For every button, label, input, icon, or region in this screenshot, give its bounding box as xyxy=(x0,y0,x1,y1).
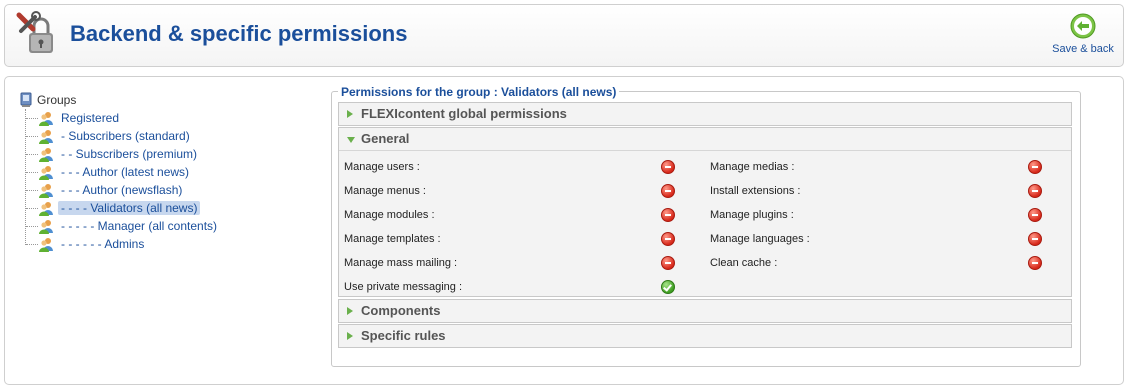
permission-label: Manage templates : xyxy=(344,233,441,245)
panel-header-components[interactable]: Components xyxy=(339,300,1071,322)
permission-row: Use private messaging : xyxy=(344,275,677,299)
permission-row: Manage mass mailing : xyxy=(344,251,677,275)
user-group-icon xyxy=(39,238,53,252)
user-group-icon xyxy=(39,202,53,216)
group-item[interactable]: - - - - - - Admins xyxy=(26,235,229,253)
group-label: - Subscribers (standard) xyxy=(61,129,190,143)
allowed-check-icon[interactable] xyxy=(661,280,675,294)
permission-label: Manage mass mailing : xyxy=(344,257,458,269)
panel-title: Specific rules xyxy=(361,328,446,343)
permission-row: Manage menus : xyxy=(344,179,677,203)
group-item[interactable]: - - - Author (newsflash) xyxy=(26,181,229,199)
user-group-icon xyxy=(39,148,53,162)
permission-label: Clean cache : xyxy=(710,257,778,269)
permission-row: Install extensions : xyxy=(710,179,1044,203)
panel-flexicontent-global: FLEXIcontent global permissions xyxy=(338,102,1072,126)
user-group-icon xyxy=(39,166,53,180)
expand-arrow-icon xyxy=(347,307,353,315)
permission-row: Manage modules : xyxy=(344,203,677,227)
user-group-icon xyxy=(39,130,53,144)
save-back-label: Save & back xyxy=(1052,43,1114,55)
permissions-legend: Permissions for the group : Validators (… xyxy=(338,85,620,99)
permission-row: Manage medias : xyxy=(710,155,1044,179)
permission-label: Install extensions : xyxy=(710,185,801,197)
denied-icon[interactable] xyxy=(661,184,675,198)
permission-label: Manage languages : xyxy=(710,233,810,245)
permission-label: Manage modules : xyxy=(344,209,435,221)
denied-icon[interactable] xyxy=(1028,160,1042,174)
panel-header-general[interactable]: General xyxy=(339,128,1071,150)
group-label: - - - - Validators (all news) xyxy=(58,201,201,215)
panel-title: General xyxy=(361,131,410,146)
user-group-icon xyxy=(39,184,53,198)
permission-label: Manage menus : xyxy=(344,185,426,197)
group-item[interactable]: - - - Author (latest news) xyxy=(26,163,229,181)
permission-row: Manage plugins : xyxy=(710,203,1044,227)
group-label: - - - Author (latest news) xyxy=(61,165,190,179)
tools-lock-icon xyxy=(16,11,53,53)
permission-row: Clean cache : xyxy=(710,251,1044,275)
panel-title: Components xyxy=(361,303,441,318)
computer-icon xyxy=(20,92,32,107)
denied-icon[interactable] xyxy=(661,232,675,246)
back-arrow-icon xyxy=(1070,13,1096,39)
permission-label: Manage users : xyxy=(344,161,420,173)
expand-arrow-icon xyxy=(347,332,353,340)
group-label: - - - - - - Admins xyxy=(61,237,145,251)
groups-list: Registered - Subscribers (standard) - - Su… xyxy=(25,109,229,253)
panel-components: Components xyxy=(338,299,1072,323)
collapse-arrow-icon xyxy=(347,137,355,143)
panel-header-specific-rules[interactable]: Specific rules xyxy=(339,325,1071,347)
denied-icon[interactable] xyxy=(661,256,675,270)
permission-row: Manage users : xyxy=(344,155,677,179)
panel-title: FLEXIcontent global permissions xyxy=(361,106,567,121)
save-back-button[interactable]: Save & back xyxy=(1049,13,1117,63)
group-label: - - Subscribers (premium) xyxy=(61,147,198,161)
user-group-icon xyxy=(39,220,53,234)
panel-header-flexicontent-global[interactable]: FLEXIcontent global permissions xyxy=(339,103,1071,125)
denied-icon[interactable] xyxy=(1028,232,1042,246)
permission-label: Manage plugins : xyxy=(710,209,794,221)
group-item[interactable]: - Subscribers (standard) xyxy=(26,127,229,145)
page-title: Backend & specific permissions xyxy=(70,21,408,46)
group-label: Registered xyxy=(61,111,120,125)
group-item[interactable]: - - Subscribers (premium) xyxy=(26,145,229,163)
permission-row: Manage languages : xyxy=(710,227,1044,251)
groups-tree: Groups Registered - Subscribers (standard… xyxy=(19,91,229,253)
permission-label: Manage medias : xyxy=(710,161,795,173)
group-label: - - - Author (newsflash) xyxy=(61,183,183,197)
user-group-icon xyxy=(39,112,53,126)
page-header: Backend & specific permissions Save & ba… xyxy=(4,4,1124,67)
group-item[interactable]: - - - - Validators (all news) xyxy=(26,199,229,217)
panel-general: General Manage users : Manage menus : Mana… xyxy=(338,127,1072,297)
main-panel: Groups Registered - Subscribers (standard… xyxy=(4,76,1124,385)
group-item[interactable]: Registered xyxy=(26,109,229,127)
denied-icon[interactable] xyxy=(1028,256,1042,270)
denied-icon[interactable] xyxy=(1028,208,1042,222)
denied-icon[interactable] xyxy=(1028,184,1042,198)
permission-row: Manage templates : xyxy=(344,227,677,251)
group-label: - - - - - Manager (all contents) xyxy=(61,219,218,233)
permission-label: Use private messaging : xyxy=(344,281,462,293)
group-item[interactable]: - - - - - Manager (all contents) xyxy=(26,217,229,235)
denied-icon[interactable] xyxy=(661,208,675,222)
panel-specific-rules: Specific rules xyxy=(338,324,1072,348)
expand-arrow-icon xyxy=(347,110,353,118)
groups-root[interactable]: Groups xyxy=(19,91,229,109)
groups-root-label: Groups xyxy=(37,93,77,107)
denied-icon[interactable] xyxy=(661,160,675,174)
permissions-fieldset: Permissions for the group : Validators (… xyxy=(331,85,1081,367)
general-permissions-body: Manage users : Manage menus : Manage modul… xyxy=(339,150,1071,296)
